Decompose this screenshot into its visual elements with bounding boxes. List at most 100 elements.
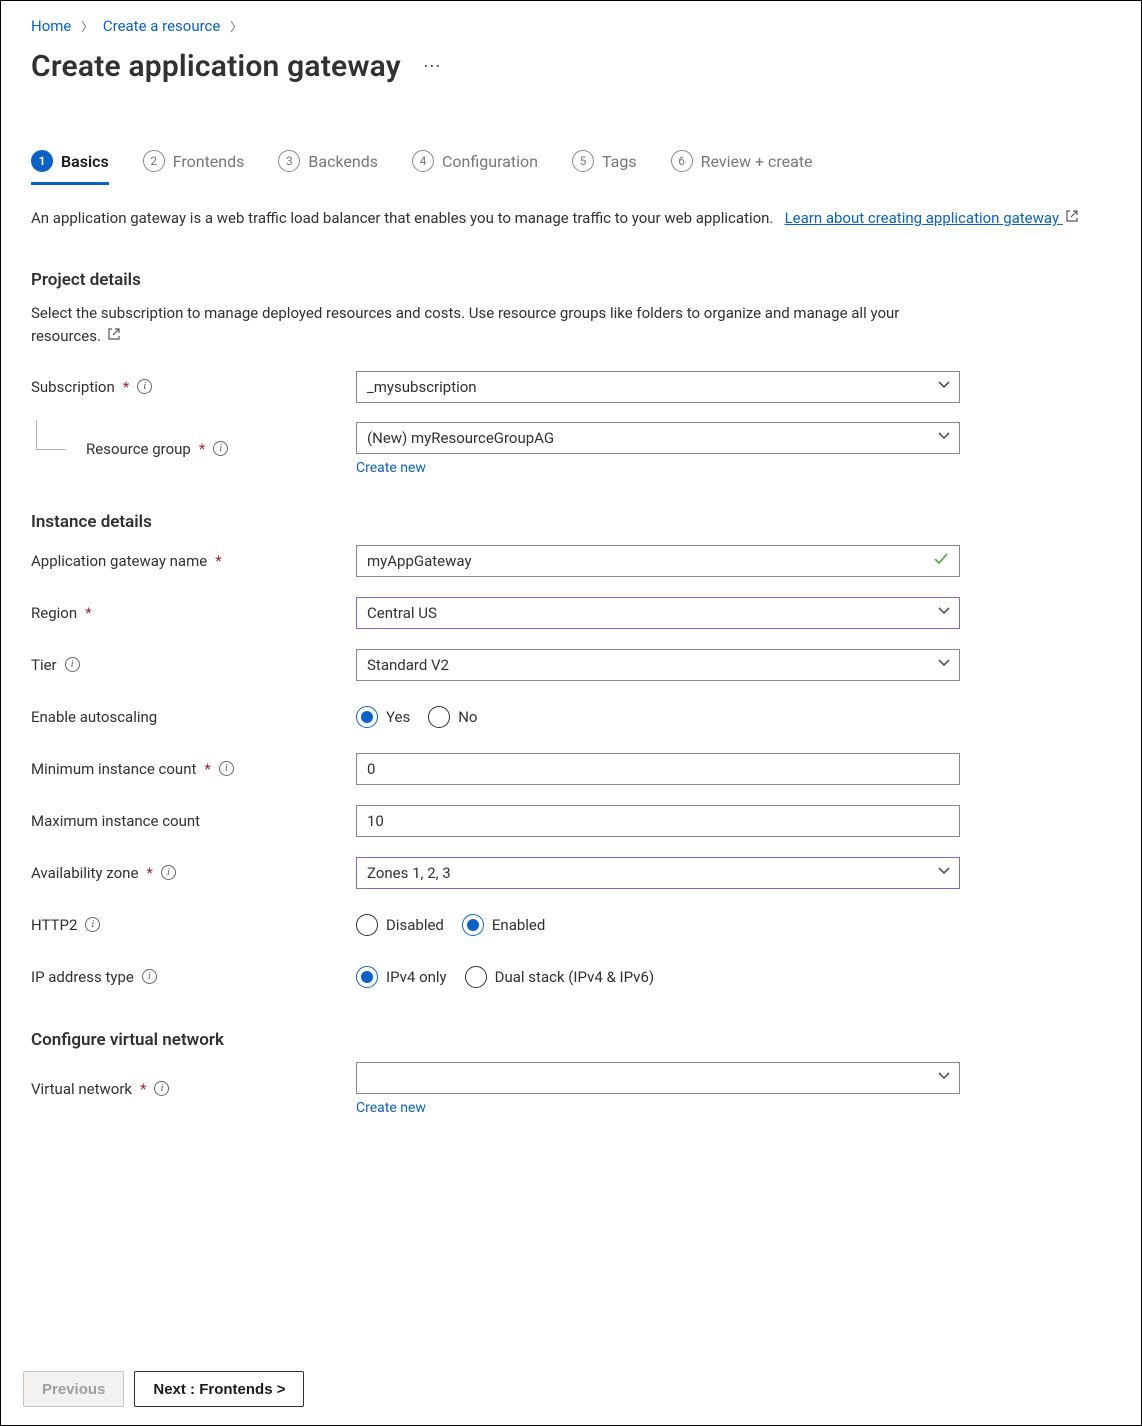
ip-type-radio-group: IPv4 only Dual stack (IPv4 & IPv6) [356,966,960,988]
tab-frontends[interactable]: 2 Frontends [143,144,245,185]
step-badge: 2 [143,150,165,172]
section-title-vnet: Configure virtual network [31,1030,1111,1050]
previous-button: Previous [23,1371,124,1407]
breadcrumb-create-resource[interactable]: Create a resource [103,17,221,35]
info-icon[interactable]: i [65,657,80,672]
label-subscription: Subscription * i [31,378,356,396]
label-http2: HTTP2 i [31,916,356,934]
input-value: 0 [367,760,375,778]
create-new-vnet-link[interactable]: Create new [356,1100,426,1116]
tab-tags[interactable]: 5 Tags [572,144,637,185]
select-value: (New) myResourceGroupAG [367,429,554,447]
label-autoscaling: Enable autoscaling [31,708,356,726]
label-virtual-network: Virtual network * i [31,1080,356,1098]
region-select[interactable]: Central US [356,597,960,629]
radio-label: IPv4 only [386,968,447,986]
input-value: 10 [367,812,384,830]
tab-label: Review + create [701,152,813,171]
max-instances-input[interactable]: 10 [356,805,960,837]
select-value: Zones 1, 2, 3 [367,864,451,882]
section-title-project: Project details [31,270,1111,290]
chevron-down-icon [937,656,951,674]
label-gateway-name: Application gateway name * [31,552,356,570]
info-icon[interactable]: i [85,917,100,932]
required-icon: * [199,440,205,458]
autoscaling-no-radio[interactable]: No [428,706,477,728]
ip-type-dualstack-radio[interactable]: Dual stack (IPv4 & IPv6) [465,966,654,988]
wizard-tabs: 1 Basics 2 Frontends 3 Backends 4 Config… [31,144,1111,186]
info-icon[interactable]: i [219,761,234,776]
availability-zone-select[interactable]: Zones 1, 2, 3 [356,857,960,889]
step-badge: 3 [278,150,300,172]
label-ip-type: IP address type i [31,968,356,986]
radio-label: Disabled [386,916,444,934]
section-subtitle-project: Select the subscription to manage deploy… [31,302,961,348]
next-button[interactable]: Next : Frontends > [134,1371,304,1407]
step-badge: 1 [31,150,53,172]
http2-enabled-radio[interactable]: Enabled [462,914,545,936]
gateway-name-input[interactable]: myAppGateway [356,545,960,577]
tier-select[interactable]: Standard V2 [356,649,960,681]
tab-label: Tags [602,152,637,171]
select-value: Central US [367,604,437,622]
autoscaling-yes-radio[interactable]: Yes [356,706,410,728]
required-icon: * [215,552,221,570]
select-value: Standard V2 [367,656,449,674]
wizard-footer: Previous Next : Frontends > [1,1353,1141,1425]
radio-label: Enabled [492,916,545,934]
resource-group-select[interactable]: (New) myResourceGroupAG [356,422,960,454]
tab-label: Backends [308,152,378,171]
label-region: Region * [31,604,356,622]
tab-configuration[interactable]: 4 Configuration [412,144,538,185]
chevron-right-icon: 〉 [224,20,248,34]
chevron-down-icon [937,378,951,396]
input-value: myAppGateway [367,552,472,570]
external-link-icon [108,324,120,347]
intro-body: An application gateway is a web traffic … [31,209,773,227]
info-icon[interactable]: i [137,379,152,394]
breadcrumb: Home 〉 Create a resource 〉 [31,11,1111,49]
virtual-network-select[interactable] [356,1062,960,1094]
http2-disabled-radio[interactable]: Disabled [356,914,444,936]
info-icon[interactable]: i [161,865,176,880]
breadcrumb-home[interactable]: Home [31,17,71,35]
required-icon: * [146,864,152,882]
label-availability-zone: Availability zone * i [31,864,356,882]
autoscaling-radio-group: Yes No [356,706,960,728]
label-max-instances: Maximum instance count [31,812,356,830]
label-min-instances: Minimum instance count * i [31,760,356,778]
tab-backends[interactable]: 3 Backends [278,144,378,185]
create-new-resource-group-link[interactable]: Create new [356,460,426,476]
step-badge: 5 [572,150,594,172]
tab-label: Frontends [173,152,245,171]
check-icon [933,551,949,571]
required-icon: * [204,760,210,778]
intro-text: An application gateway is a web traffic … [31,206,1111,230]
tab-basics[interactable]: 1 Basics [31,144,109,185]
tree-line-icon [36,420,66,450]
info-icon[interactable]: i [213,441,228,456]
section-title-instance: Instance details [31,512,1111,532]
radio-label: No [458,708,477,726]
more-icon[interactable]: ⋯ [423,56,442,77]
select-value: _mysubscription [367,378,477,396]
required-icon: * [85,604,91,622]
chevron-down-icon [937,429,951,447]
label-resource-group: Resource group * i [31,440,356,458]
subscription-select[interactable]: _mysubscription [356,371,960,403]
info-icon[interactable]: i [154,1081,169,1096]
info-icon[interactable]: i [142,969,157,984]
tab-label: Configuration [442,152,538,171]
page-title: Create application gateway [31,49,401,84]
tab-review-create[interactable]: 6 Review + create [671,144,813,185]
chevron-down-icon [937,604,951,622]
min-instances-input[interactable]: 0 [356,753,960,785]
radio-label: Yes [386,708,410,726]
ip-type-ipv4-radio[interactable]: IPv4 only [356,966,447,988]
chevron-right-icon: 〉 [75,20,99,34]
label-tier: Tier i [31,656,356,674]
chevron-down-icon [937,864,951,882]
learn-more-link[interactable]: Learn about creating application gateway [785,209,1078,227]
required-icon: * [140,1080,146,1098]
step-badge: 4 [412,150,434,172]
